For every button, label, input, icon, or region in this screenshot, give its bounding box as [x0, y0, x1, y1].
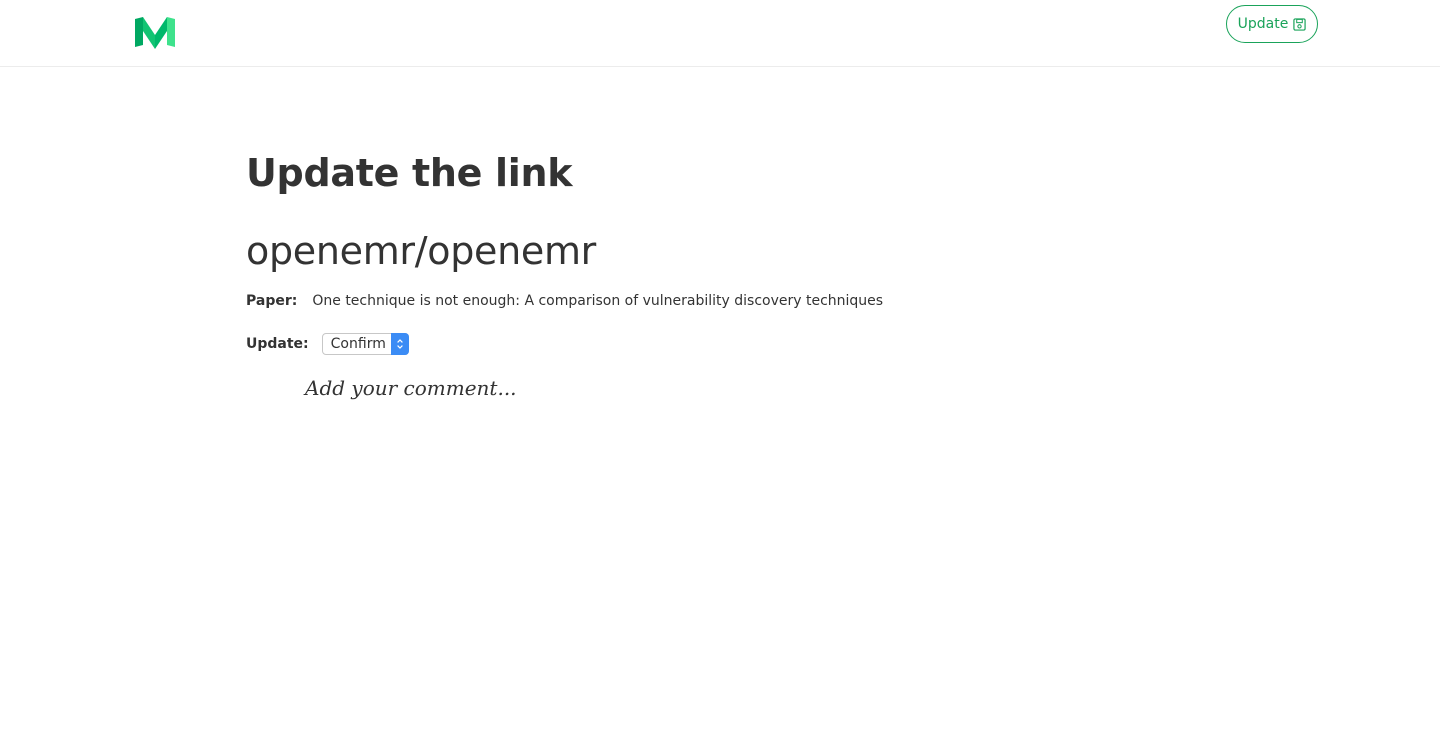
- paper-row: Paper: One technique is not enough: A co…: [246, 293, 883, 309]
- update-button-label: Update: [1237, 16, 1289, 32]
- comment-input[interactable]: Add your comment...: [305, 376, 517, 400]
- update-row: Update: Confirm: [246, 333, 409, 355]
- top-navbar: Update: [0, 0, 1440, 67]
- repo-name: openemr/openemr: [246, 229, 597, 273]
- update-label: Update:: [246, 336, 309, 352]
- update-select[interactable]: Confirm: [321, 333, 409, 355]
- paper-label: Paper:: [246, 293, 298, 309]
- save-icon: [1293, 17, 1307, 31]
- select-arrows-icon: [390, 333, 409, 355]
- medium-logo-icon[interactable]: [135, 17, 175, 49]
- update-button[interactable]: Update: [1226, 5, 1318, 43]
- update-select-value: Confirm: [330, 336, 386, 352]
- paper-title: One technique is not enough: A compariso…: [312, 293, 884, 309]
- page-title: Update the link: [246, 151, 573, 195]
